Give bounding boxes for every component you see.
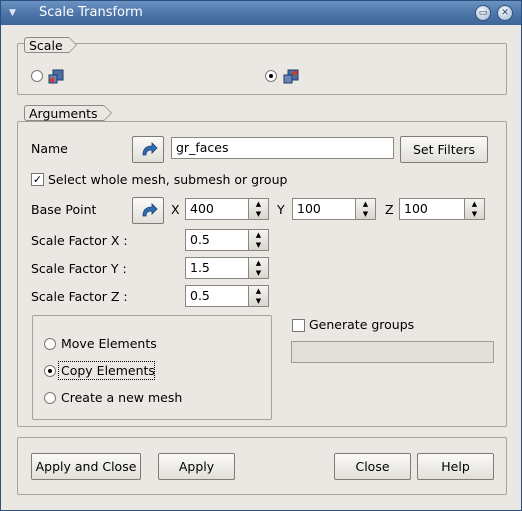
y-label: Y bbox=[277, 202, 285, 217]
spin-arrows-icon[interactable]: ▲ ▼ bbox=[355, 199, 375, 219]
base-point-select-button[interactable] bbox=[132, 197, 164, 224]
node-mesh-icon bbox=[48, 69, 64, 84]
name-label: Name bbox=[31, 141, 68, 156]
window-menu-icon[interactable]: ▼ bbox=[9, 1, 16, 25]
select-arrow-icon bbox=[142, 203, 158, 217]
generate-groups-label: Generate groups bbox=[309, 317, 415, 332]
x-label: X bbox=[171, 202, 180, 217]
scale-option-nodes-radio[interactable] bbox=[31, 70, 43, 82]
spin-arrows-icon[interactable]: ▲ ▼ bbox=[248, 230, 268, 250]
close-icon[interactable]: ✕ bbox=[497, 5, 513, 21]
spin-arrows-icon[interactable]: ▲ ▼ bbox=[248, 199, 268, 219]
scale-factor-x-label: Scale Factor X : bbox=[31, 233, 128, 248]
help-button[interactable]: Help bbox=[417, 453, 494, 480]
scale-group-title: Scale bbox=[24, 37, 77, 53]
window-title: Scale Transform bbox=[39, 5, 143, 20]
scale-factor-z-value: 0.5 bbox=[190, 288, 210, 303]
scale-factor-y-spinbox[interactable]: 1.5 ▲ ▼ bbox=[185, 257, 269, 279]
move-elements-radio[interactable] bbox=[44, 338, 56, 350]
select-arrow-icon bbox=[142, 142, 158, 156]
scale-factor-x-value: 0.5 bbox=[190, 232, 210, 247]
arguments-group-title: Arguments bbox=[24, 105, 112, 121]
apply-button[interactable]: Apply bbox=[158, 453, 235, 480]
base-point-label: Base Point bbox=[31, 202, 97, 217]
scale-factor-z-label: Scale Factor Z : bbox=[31, 289, 128, 304]
copy-elements-radio[interactable] bbox=[44, 365, 56, 377]
scale-transform-dialog: ▼ Scale Transform ▭ ✕ Scale Arguments Na… bbox=[0, 0, 522, 511]
z-value: 100 bbox=[404, 201, 428, 216]
scale-option-elements-radio[interactable] bbox=[265, 70, 277, 82]
close-button[interactable]: Close bbox=[334, 453, 411, 480]
name-select-button[interactable] bbox=[132, 136, 164, 163]
scale-factor-y-value: 1.5 bbox=[190, 260, 210, 275]
title-bar: ▼ Scale Transform ▭ ✕ bbox=[1, 1, 521, 25]
set-filters-button[interactable]: Set Filters bbox=[400, 136, 488, 163]
z-spinbox[interactable]: 100 ▲ ▼ bbox=[399, 198, 485, 220]
name-field[interactable]: gr_faces bbox=[171, 137, 394, 159]
new-mesh-name-field bbox=[291, 341, 494, 363]
x-spinbox[interactable]: 400 ▲ ▼ bbox=[185, 198, 269, 220]
scale-group bbox=[17, 43, 507, 95]
spin-arrows-icon[interactable]: ▲ ▼ bbox=[464, 199, 484, 219]
copy-elements-label: Copy Elements bbox=[61, 363, 155, 378]
select-whole-mesh-checkbox[interactable]: ✓ bbox=[31, 173, 44, 186]
x-value: 400 bbox=[190, 201, 214, 216]
spin-arrows-icon[interactable]: ▲ ▼ bbox=[248, 286, 268, 306]
scale-factor-x-spinbox[interactable]: 0.5 ▲ ▼ bbox=[185, 229, 269, 251]
create-new-mesh-radio[interactable] bbox=[44, 392, 56, 404]
move-elements-label: Move Elements bbox=[61, 336, 157, 351]
element-mesh-icon bbox=[283, 69, 299, 84]
apply-and-close-button[interactable]: Apply and Close bbox=[31, 453, 141, 480]
generate-groups-checkbox[interactable] bbox=[292, 319, 305, 332]
z-label: Z bbox=[385, 202, 394, 217]
minimize-icon[interactable]: ▭ bbox=[475, 5, 491, 21]
y-value: 100 bbox=[297, 201, 321, 216]
scale-factor-y-label: Scale Factor Y : bbox=[31, 261, 127, 276]
y-spinbox[interactable]: 100 ▲ ▼ bbox=[292, 198, 376, 220]
create-new-mesh-label: Create a new mesh bbox=[61, 390, 183, 405]
select-whole-mesh-label: Select whole mesh, submesh or group bbox=[48, 172, 288, 187]
scale-factor-z-spinbox[interactable]: 0.5 ▲ ▼ bbox=[185, 285, 269, 307]
spin-arrows-icon[interactable]: ▲ ▼ bbox=[248, 258, 268, 278]
